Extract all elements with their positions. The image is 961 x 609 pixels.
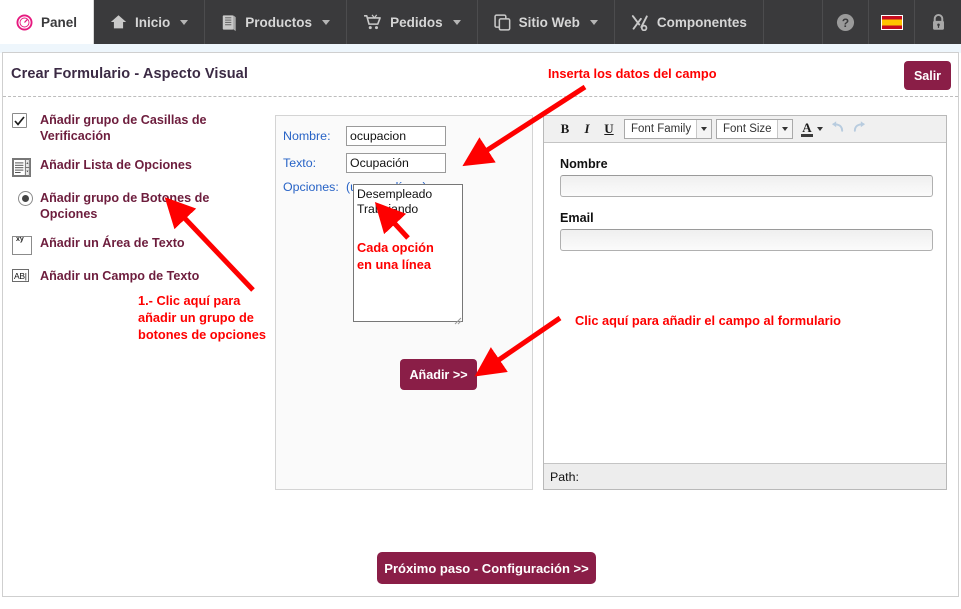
radio-button-icon [12, 190, 38, 206]
cart-icon [363, 14, 382, 30]
textfield-icon: AB| [12, 269, 29, 282]
field-type-radio-group[interactable]: Añadir grupo de Botones de Opciones [12, 190, 270, 222]
nav-item-componentes[interactable]: Componentes [615, 0, 764, 44]
help-icon[interactable]: ? [823, 0, 869, 44]
font-family-select[interactable]: Font Family [624, 119, 712, 139]
chevron-down-icon [817, 127, 823, 131]
editor-toolbar: B I U Font Family Font Size A [544, 116, 946, 143]
preview-label-nombre: Nombre [560, 157, 608, 171]
field-type-textarea[interactable]: xy Añadir un Área de Texto [12, 235, 270, 255]
bold-button[interactable]: B [554, 119, 576, 140]
top-navigation-bar: Panel Inicio Productos Pedidos Sitio Web… [0, 0, 961, 44]
field-type-label: Añadir un Campo de Texto [40, 269, 200, 283]
font-size-select[interactable]: Font Size [716, 119, 793, 139]
add-field-button[interactable]: Añadir >> [400, 359, 477, 390]
font-color-letter: A [802, 119, 812, 135]
field-type-select-list[interactable]: Añadir Lista de Opciones [12, 157, 270, 177]
title-divider [3, 96, 958, 97]
field-name-label: Nombre: [283, 129, 331, 143]
lock-icon[interactable] [915, 0, 961, 44]
editor-content-area[interactable]: Nombre Email [544, 143, 946, 461]
annotation-click-radio-group: 1.- Clic aquí para añadir un grupo de bo… [138, 293, 266, 342]
underline-button[interactable]: U [598, 119, 620, 140]
nav-spacer [764, 0, 823, 44]
italic-button[interactable]: I [576, 119, 598, 140]
nav-label-pedidos: Pedidos [390, 14, 443, 30]
preview-label-email: Email [560, 211, 594, 225]
field-type-label: Añadir Lista de Opciones [40, 158, 192, 172]
annotation-one-option-per-line: Cada opción en una línea [357, 240, 434, 272]
form-preview-editor: B I U Font Family Font Size A Nombre Ema… [543, 115, 947, 490]
chevron-down-icon [180, 19, 189, 25]
next-step-button[interactable]: Próximo paso - Configuración >> [377, 552, 596, 584]
nav-label-productos: Productos [245, 14, 313, 30]
nav-item-sitio-web[interactable]: Sitio Web [478, 0, 615, 44]
nav-item-pedidos[interactable]: Pedidos [347, 0, 478, 44]
home-icon [110, 14, 127, 30]
field-type-checkbox-group[interactable]: Añadir grupo de Casillas de Verificación [12, 112, 270, 144]
app-root: Panel Inicio Productos Pedidos Sitio Web… [0, 0, 961, 609]
font-color-swatch [801, 133, 813, 137]
list-icon [12, 157, 38, 177]
field-options-label: Opciones: [283, 180, 339, 194]
annotation-insert-field-data: Inserta los datos del campo [548, 66, 717, 81]
nav-item-productos[interactable]: Productos [205, 0, 348, 44]
field-type-textfield[interactable]: AB| Añadir un Campo de Texto [12, 268, 270, 284]
spanish-flag-icon[interactable] [869, 0, 915, 44]
annotation-click-add-field: Clic aquí para añadir el campo al formul… [575, 313, 841, 328]
editor-path-label: Path: [550, 469, 579, 484]
copy-icon [493, 13, 511, 31]
font-family-value: Font Family [631, 123, 692, 135]
tools-icon [631, 14, 649, 31]
nav-label-sitio-web: Sitio Web [518, 14, 580, 30]
chevron-down-icon [777, 120, 792, 138]
chevron-down-icon [322, 19, 331, 25]
editor-path-status: Path: [544, 463, 946, 489]
nav-label-inicio: Inicio [135, 14, 171, 30]
font-size-value: Font Size [723, 123, 772, 135]
chevron-down-icon [589, 19, 598, 25]
nav-label-panel: Panel [41, 14, 78, 30]
checkbox-icon [12, 112, 38, 128]
field-type-list: Añadir grupo de Casillas de Verificación [12, 112, 270, 297]
field-type-label: Añadir un Área de Texto [40, 236, 185, 250]
font-color-button[interactable]: A [801, 119, 823, 137]
field-type-label: Añadir grupo de Casillas de Verificación [40, 113, 207, 143]
redo-icon[interactable] [852, 120, 867, 138]
preview-input-nombre[interactable] [560, 175, 933, 197]
chevron-down-icon [696, 120, 711, 138]
nav-right-group: ? [823, 0, 961, 44]
field-text-label: Texto: [283, 156, 317, 170]
field-text-input[interactable] [346, 153, 446, 173]
undo-icon[interactable] [830, 120, 845, 138]
chevron-down-icon [452, 19, 461, 25]
page-title: Crear Formulario - Aspecto Visual [11, 66, 248, 82]
svg-text:?: ? [842, 15, 849, 29]
nav-label-componentes: Componentes [656, 14, 747, 30]
field-name-row: Nombre: [276, 126, 532, 146]
gauge-icon [16, 14, 33, 31]
boxes-icon [221, 14, 237, 31]
field-text-row: Texto: [276, 153, 532, 173]
field-type-label: Añadir grupo de Botones de Opciones [40, 191, 210, 221]
textarea-icon: xy [12, 235, 38, 255]
field-data-panel: Nombre: Texto: Opciones: (una por línea)… [275, 115, 533, 490]
nav-item-inicio[interactable]: Inicio [94, 0, 206, 44]
nav-item-panel[interactable]: Panel [0, 0, 95, 44]
exit-button[interactable]: Salir [904, 61, 951, 90]
preview-input-email[interactable] [560, 229, 933, 251]
field-name-input[interactable] [346, 126, 446, 146]
